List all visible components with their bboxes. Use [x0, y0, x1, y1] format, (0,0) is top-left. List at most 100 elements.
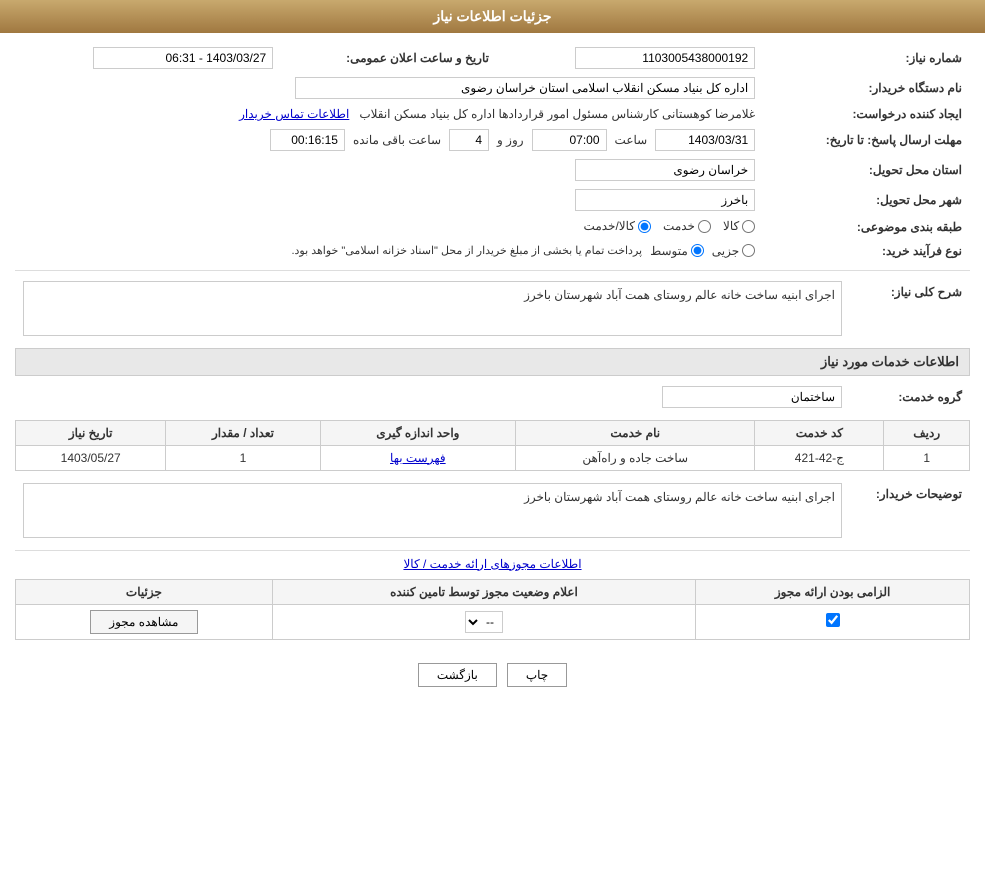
buyer-desc-table: توضیحات خریدار: اجرای ابنیه ساخت خانه عا… — [15, 479, 970, 542]
need-desc-table: شرح کلی نیاز: اجرای ابنیه ساخت خانه عالم… — [15, 277, 970, 340]
permissions-table-body: -- مشاهده مجوز — [16, 604, 970, 639]
buyer-desc-box: اجرای ابنیه ساخت خانه عالم روستای همت آب… — [23, 483, 842, 538]
permissions-table: الزامی بودن ارائه مجوز اعلام وضعیت مجوز … — [15, 579, 970, 640]
col-name: نام خدمت — [516, 420, 755, 445]
province-input[interactable] — [575, 159, 755, 181]
permissions-row: -- مشاهده مجوز — [16, 604, 970, 639]
purchase-note: پرداخت تمام یا بخشی از مبلغ خریدار از مح… — [291, 244, 642, 257]
cell-name: ساخت جاده و راه‌آهن — [516, 445, 755, 470]
info-table: شماره نیاز: تاریخ و ساعت اعلان عمومی: نا… — [15, 43, 970, 262]
table-row: 1 ج-42-421 ساخت جاده و راه‌آهن فهرست بها… — [16, 445, 970, 470]
need-desc-row: شرح کلی نیاز: اجرای ابنیه ساخت خانه عالم… — [15, 277, 970, 340]
perm-col-required: الزامی بودن ارائه مجوز — [696, 579, 970, 604]
perm-cell-details: مشاهده مجوز — [16, 604, 273, 639]
service-group-label: گروه خدمت: — [850, 382, 970, 412]
services-table-body: 1 ج-42-421 ساخت جاده و راه‌آهن فهرست بها… — [16, 445, 970, 470]
service-group-input[interactable] — [662, 386, 842, 408]
services-header-row: ردیف کد خدمت نام خدمت واحد اندازه گیری ت… — [16, 420, 970, 445]
category-radio-group: کالا خدمت کالا/خدمت — [584, 219, 756, 233]
permissions-link[interactable]: اطلاعات مجوزهای ارائه خدمت / کالا — [403, 557, 581, 571]
page-header: جزئیات اطلاعات نیاز — [0, 0, 985, 33]
perm-col-status: اعلام وضعیت مجوز توسط تامین کننده — [272, 579, 695, 604]
send-time-label: ساعت — [615, 133, 648, 147]
cell-date: 1403/05/27 — [16, 445, 166, 470]
buyer-desc-row: توضیحات خریدار: اجرای ابنیه ساخت خانه عا… — [15, 479, 970, 542]
main-content: شماره نیاز: تاریخ و ساعت اعلان عمومی: نا… — [0, 33, 985, 712]
send-remaining-label: ساعت باقی مانده — [353, 133, 441, 147]
need-number-label: شماره نیاز: — [763, 43, 970, 73]
category-both-radio[interactable] — [638, 220, 651, 233]
purchase-type-row: نوع فرآیند خرید: جزیی متوسط پرداخت تمام … — [15, 240, 970, 262]
purchase-jozi-radio[interactable] — [742, 244, 755, 257]
send-remaining-input[interactable] — [270, 129, 345, 151]
buyer-desc-value: اجرای ابنیه ساخت خانه عالم روستای همت آب… — [524, 490, 835, 504]
permissions-table-head: الزامی بودن ارائه مجوز اعلام وضعیت مجوز … — [16, 579, 970, 604]
print-button[interactable]: چاپ — [507, 663, 567, 687]
need-desc-value: اجرای ابنیه ساخت خانه عالم روستای همت آب… — [524, 288, 835, 302]
purchase-jozi: جزیی — [712, 244, 755, 258]
buyer-org-label: نام دستگاه خریدار: — [763, 73, 970, 103]
perm-cell-status: -- — [272, 604, 695, 639]
buyer-org-row: نام دستگاه خریدار: — [15, 73, 970, 103]
creator-row: ایجاد کننده درخواست: غلامرضا کوهستانی کا… — [15, 103, 970, 125]
need-number-row: شماره نیاز: تاریخ و ساعت اعلان عمومی: — [15, 43, 970, 73]
category-label: طبقه بندی موضوعی: — [763, 215, 970, 240]
cell-unit: فهرست بها — [320, 445, 516, 470]
send-time-input[interactable] — [532, 129, 607, 151]
send-date-group: ساعت روز و ساعت باقی مانده — [23, 129, 755, 151]
cell-code: ج-42-421 — [755, 445, 884, 470]
send-days-label: روز و — [497, 133, 524, 147]
page-wrapper: جزئیات اطلاعات نیاز شماره نیاز: تاریخ و … — [0, 0, 985, 875]
perm-col-details: جزئیات — [16, 579, 273, 604]
need-number-input[interactable] — [575, 47, 755, 69]
purchase-type-group: جزیی متوسط پرداخت تمام یا بخشی از مبلغ خ… — [23, 244, 755, 258]
creator-label: ایجاد کننده درخواست: — [763, 103, 970, 125]
buyer-org-input[interactable] — [295, 77, 755, 99]
separator-2 — [15, 550, 970, 551]
services-table: ردیف کد خدمت نام خدمت واحد اندازه گیری ت… — [15, 420, 970, 471]
province-label: استان محل تحویل: — [763, 155, 970, 185]
purchase-motavaset: متوسط — [650, 244, 704, 258]
col-date: تاریخ نیاز — [16, 420, 166, 445]
service-group-table: گروه خدمت: — [15, 382, 970, 412]
purchase-type-label: نوع فرآیند خرید: — [763, 240, 970, 262]
city-row: شهر محل تحویل: — [15, 185, 970, 215]
view-permit-button[interactable]: مشاهده مجوز — [90, 610, 197, 634]
permissions-header-row: الزامی بودن ارائه مجوز اعلام وضعیت مجوز … — [16, 579, 970, 604]
creator-value: غلامرضا کوهستانی کارشناس مسئول امور قرار… — [359, 107, 755, 121]
buyer-desc-label: توضیحات خریدار: — [850, 479, 970, 542]
send-date-label: مهلت ارسال پاسخ: تا تاریخ: — [763, 125, 970, 155]
category-khedmat: خدمت — [663, 219, 711, 233]
permissions-link-container: اطلاعات مجوزهای ارائه خدمت / کالا — [15, 557, 970, 571]
services-section-header: اطلاعات خدمات مورد نیاز — [15, 348, 970, 376]
province-row: استان محل تحویل: — [15, 155, 970, 185]
back-button[interactable]: بازگشت — [418, 663, 497, 687]
page-title: جزئیات اطلاعات نیاز — [433, 8, 551, 24]
separator-1 — [15, 270, 970, 271]
announce-date-label: تاریخ و ساعت اعلان عمومی: — [281, 43, 497, 73]
services-table-head: ردیف کد خدمت نام خدمت واحد اندازه گیری ت… — [16, 420, 970, 445]
category-kala-radio[interactable] — [742, 220, 755, 233]
bottom-buttons: چاپ بازگشت — [15, 648, 970, 702]
cell-index: 1 — [884, 445, 970, 470]
send-days-input[interactable] — [449, 129, 489, 151]
send-date-row: مهلت ارسال پاسخ: تا تاریخ: ساعت روز و سا… — [15, 125, 970, 155]
contact-link[interactable]: اطلاعات تماس خریدار — [239, 107, 349, 121]
need-desc-box: اجرای ابنیه ساخت خانه عالم روستای همت آب… — [23, 281, 842, 336]
unit-link[interactable]: فهرست بها — [390, 451, 446, 465]
service-group-row: گروه خدمت: — [15, 382, 970, 412]
send-date-input[interactable] — [655, 129, 755, 151]
announce-date-input[interactable] — [93, 47, 273, 69]
status-select[interactable]: -- — [465, 611, 503, 633]
purchase-motavaset-radio[interactable] — [691, 244, 704, 257]
col-unit: واحد اندازه گیری — [320, 420, 516, 445]
col-qty: تعداد / مقدار — [166, 420, 320, 445]
col-code: کد خدمت — [755, 420, 884, 445]
category-row: طبقه بندی موضوعی: کالا خدمت — [15, 215, 970, 240]
cell-qty: 1 — [166, 445, 320, 470]
city-input[interactable] — [575, 189, 755, 211]
required-checkbox[interactable] — [826, 613, 840, 627]
col-index: ردیف — [884, 420, 970, 445]
city-label: شهر محل تحویل: — [763, 185, 970, 215]
category-khedmat-radio[interactable] — [698, 220, 711, 233]
